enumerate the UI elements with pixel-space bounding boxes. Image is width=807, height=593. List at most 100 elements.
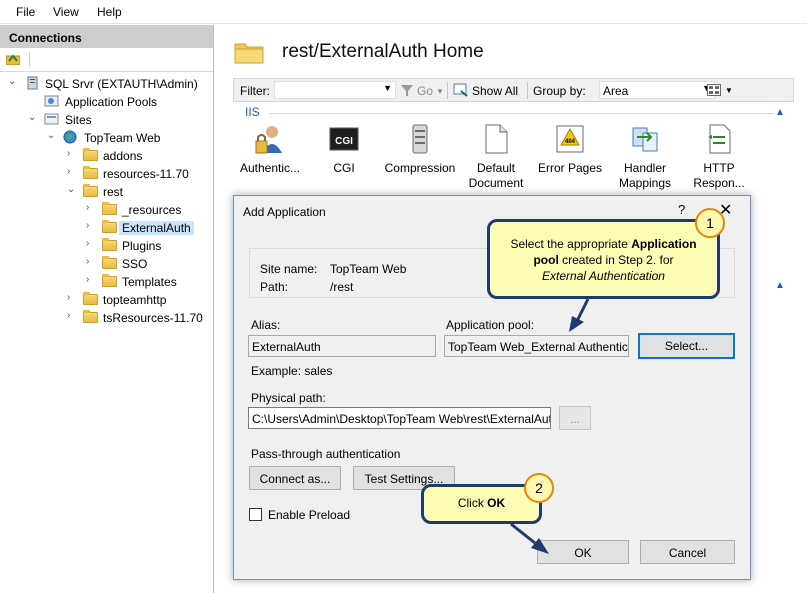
server-icon <box>25 76 41 90</box>
help-button[interactable]: ? <box>678 202 685 217</box>
folder-icon <box>102 220 117 233</box>
menu-help[interactable]: Help <box>97 5 122 19</box>
go-button[interactable]: Go <box>417 84 433 98</box>
show-all-button[interactable]: Show All <box>472 84 518 98</box>
group-by-value: Area <box>603 84 629 98</box>
tree-item-label: Application Pools <box>65 95 158 109</box>
sites-icon <box>44 112 60 126</box>
folder-icon <box>102 202 117 215</box>
tree-item-label: addons <box>103 149 143 163</box>
folder-icon <box>102 238 117 251</box>
default-document-icon <box>480 123 512 155</box>
physical-path-field[interactable]: C:\Users\Admin\Desktop\TopTeam Web\rest\… <box>248 407 551 429</box>
path-value: /rest <box>330 280 354 294</box>
menu-file[interactable]: File <box>16 5 35 19</box>
tree-item-label: SSO <box>122 257 148 271</box>
collapse-icon[interactable]: ▲ <box>775 107 785 118</box>
tree-item-addons[interactable]: › addons <box>0 147 210 165</box>
physical-path-label: Physical path: <box>251 391 326 405</box>
chevron-down-icon[interactable]: ⌄ <box>47 131 57 141</box>
chevron-right-icon[interactable]: › <box>67 149 77 159</box>
chevron-right-icon[interactable]: › <box>86 257 96 267</box>
connections-toolbar <box>0 48 213 72</box>
tree-item-templates[interactable]: › Templates <box>0 273 210 291</box>
tree-item-tsresources[interactable]: › tsResources-11.70 <box>0 309 210 327</box>
toolbar-divider <box>527 82 528 99</box>
chevron-down-icon[interactable]: ⌄ <box>28 113 38 123</box>
application-pool-field[interactable]: TopTeam Web_External Authentication <box>444 335 629 357</box>
select-button[interactable]: Select... <box>638 333 735 359</box>
tree-item-resources[interactable]: › resources-11.70 <box>0 165 210 183</box>
authentication-icon <box>254 123 286 155</box>
group-by-select[interactable]: Area ▼ <box>599 81 715 99</box>
chevron-right-icon[interactable]: › <box>86 239 96 249</box>
chevron-right-icon[interactable]: › <box>86 275 96 285</box>
feature-compression[interactable]: Compression <box>381 123 459 176</box>
tree-item-label: tsResources-11.70 <box>103 311 203 325</box>
collapse-icon[interactable]: ▲ <box>775 280 785 291</box>
svg-text:CGI: CGI <box>335 136 353 147</box>
callout-1-line-1: Select the appropriate Application pool … <box>498 236 709 268</box>
callout-step-1: Select the appropriate Application pool … <box>487 219 720 299</box>
tree-item-externalauth[interactable]: › ExternalAuth <box>0 219 210 237</box>
connections-panel: Connections ⌄ SQL Srvr (EXTAUTH\Admin) A… <box>0 25 214 593</box>
folder-icon <box>83 148 98 161</box>
application-pool-label: Application pool: <box>446 318 535 332</box>
tree-item-sites[interactable]: ⌄ Sites <box>0 111 210 129</box>
ok-button[interactable]: OK <box>537 540 629 564</box>
folder-icon <box>83 292 98 305</box>
example-text: Example: sales <box>251 364 333 378</box>
chevron-down-icon[interactable]: ▼ <box>436 87 444 96</box>
connect-as-button[interactable]: Connect as... <box>249 466 341 490</box>
chevron-right-icon[interactable]: › <box>67 293 77 303</box>
browse-button[interactable]: ... <box>559 406 591 430</box>
folder-icon <box>83 184 98 197</box>
toolbar-divider <box>447 82 448 99</box>
tree-item-application-pools[interactable]: Application Pools <box>0 93 210 111</box>
tree-item-underscore-resources[interactable]: › _resources <box>0 201 210 219</box>
callout-text: Select the appropriate <box>510 237 632 251</box>
tree-item-sso[interactable]: › SSO <box>0 255 210 273</box>
filter-label: Filter: <box>240 84 270 98</box>
section-label-iis: IIS <box>245 105 260 119</box>
cancel-button[interactable]: Cancel <box>640 540 735 564</box>
step-badge-1: 1 <box>695 208 725 238</box>
view-icon[interactable] <box>707 84 721 96</box>
feature-error-pages[interactable]: 404 Error Pages <box>531 123 609 176</box>
tree-item-rest[interactable]: ⌄ rest <box>0 183 210 201</box>
chevron-right-icon[interactable]: › <box>67 311 77 321</box>
filter-bar: Filter: ▼ Go ▼ Show All Group by: Area ▼… <box>233 78 794 102</box>
chevron-down-icon[interactable]: ▼ <box>383 83 392 93</box>
site-name-label: Site name: <box>260 262 318 276</box>
tree-item-topteam-web[interactable]: ⌄ TopTeam Web <box>0 129 210 147</box>
menu-view[interactable]: View <box>53 5 79 19</box>
chevron-down-icon[interactable]: ▼ <box>725 86 733 95</box>
tree-item-topteamhttp[interactable]: › topteamhttp <box>0 291 210 309</box>
filter-input[interactable]: ▼ <box>274 81 396 99</box>
toolbar-divider <box>29 52 30 67</box>
page-title: rest/ExternalAuth Home <box>282 41 484 62</box>
feature-http-response[interactable]: HTTP Respon... <box>680 123 758 191</box>
chevron-down-icon[interactable]: ⌄ <box>8 77 18 87</box>
chevron-right-icon[interactable]: › <box>86 203 96 213</box>
dialog-title: Add Application <box>243 205 326 219</box>
show-all-icon <box>453 83 469 97</box>
chevron-right-icon[interactable]: › <box>67 167 77 177</box>
tree-item-label: _resources <box>122 203 182 217</box>
connections-header: Connections <box>0 25 213 48</box>
chevron-right-icon[interactable]: › <box>86 221 96 231</box>
feature-cgi[interactable]: CGI CGI <box>305 123 383 176</box>
tree-item-server[interactable]: ⌄ SQL Srvr (EXTAUTH\Admin) <box>0 75 210 93</box>
chevron-down-icon[interactable]: ⌄ <box>67 185 77 195</box>
step-badge-2: 2 <box>524 473 554 503</box>
feature-authentication[interactable]: Authentic... <box>231 123 309 176</box>
feature-label: Compression <box>384 161 456 175</box>
feature-handler-mappings[interactable]: Handler Mappings <box>606 123 684 191</box>
connect-icon[interactable] <box>5 53 21 66</box>
feature-default-document[interactable]: Default Document <box>457 123 535 191</box>
enable-preload-checkbox[interactable] <box>249 508 262 521</box>
tree-item-plugins[interactable]: › Plugins <box>0 237 210 255</box>
callout-text: Click <box>457 496 488 510</box>
alias-field[interactable]: ExternalAuth <box>248 335 436 357</box>
svg-text:404: 404 <box>565 139 576 145</box>
